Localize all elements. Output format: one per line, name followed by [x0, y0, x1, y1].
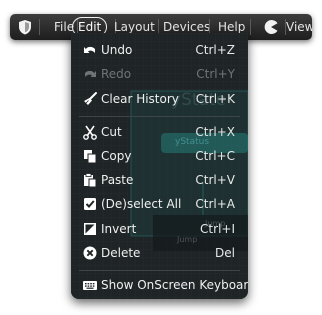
menu-item-delete[interactable]: Delete Del: [71, 242, 248, 264]
menu-item-invert[interactable]: Invert Ctrl+I: [71, 218, 248, 240]
screen: File Edit Layout Devices Help View yStat…: [0, 0, 322, 315]
delete-icon: [83, 246, 97, 260]
redo-label: Redo: [101, 67, 132, 81]
paste-shortcut: Ctrl+V: [195, 173, 235, 187]
menu-item-show-onscreen-keyboard[interactable]: Show OnScreen Keyboard: [71, 274, 248, 296]
undo-icon: [84, 46, 95, 53]
copy-shortcut: Ctrl+C: [195, 149, 235, 163]
cut-label: Cut: [101, 125, 122, 139]
menu-separator: [79, 116, 240, 117]
menubar-separator: [250, 19, 251, 35]
delete-label: Delete: [101, 246, 141, 260]
invert-label: Invert: [101, 222, 137, 236]
keyboard-icon: [83, 281, 97, 290]
broom-icon: [84, 92, 97, 105]
menu-item-redo[interactable]: Redo Ctrl+Y: [71, 63, 248, 85]
menu-item-copy[interactable]: Copy Ctrl+C: [71, 145, 248, 167]
cut-shortcut: Ctrl+X: [195, 125, 235, 139]
menu-item-cut[interactable]: Cut Ctrl+X: [71, 121, 248, 143]
menu-item-paste[interactable]: Paste Ctrl+V: [71, 169, 248, 191]
menu-item-clear-history[interactable]: Clear History Ctrl+K: [71, 88, 248, 110]
menu-view[interactable]: View: [286, 14, 312, 40]
clear-history-shortcut: Ctrl+K: [195, 92, 235, 106]
checkbox-icon: [84, 198, 96, 210]
invert-shortcut: Ctrl+I: [200, 222, 235, 236]
pacman-icon[interactable]: [263, 19, 279, 35]
scissors-icon: [83, 125, 97, 140]
deselect-all-label: (De)select All: [101, 197, 182, 211]
delete-shortcut: Del: [215, 246, 235, 260]
invert-icon: [84, 223, 96, 235]
redo-icon: [85, 70, 96, 77]
redo-shortcut: Ctrl+Y: [196, 67, 235, 81]
copy-label: Copy: [101, 149, 132, 163]
undo-shortcut: Ctrl+Z: [195, 43, 235, 57]
shield-icon[interactable]: [16, 18, 34, 36]
copy-icon: [84, 150, 97, 164]
menu-item-undo[interactable]: Undo Ctrl+Z: [71, 39, 248, 61]
menubar-separator: [39, 19, 40, 35]
show-onscreen-keyboard-label: Show OnScreen Keyboard: [101, 278, 248, 292]
edit-menu-dropdown: yState yStatus Jump Jump Undo Ctrl+Z Red…: [71, 33, 248, 299]
deselect-all-shortcut: Ctrl+A: [195, 197, 235, 211]
paste-label: Paste: [101, 173, 134, 187]
clear-history-label: Clear History: [101, 92, 179, 106]
menu-item-deselect-all[interactable]: (De)select All Ctrl+A: [71, 193, 248, 215]
undo-label: Undo: [101, 43, 133, 57]
menu-separator: [79, 270, 240, 271]
paste-icon: [84, 173, 97, 188]
